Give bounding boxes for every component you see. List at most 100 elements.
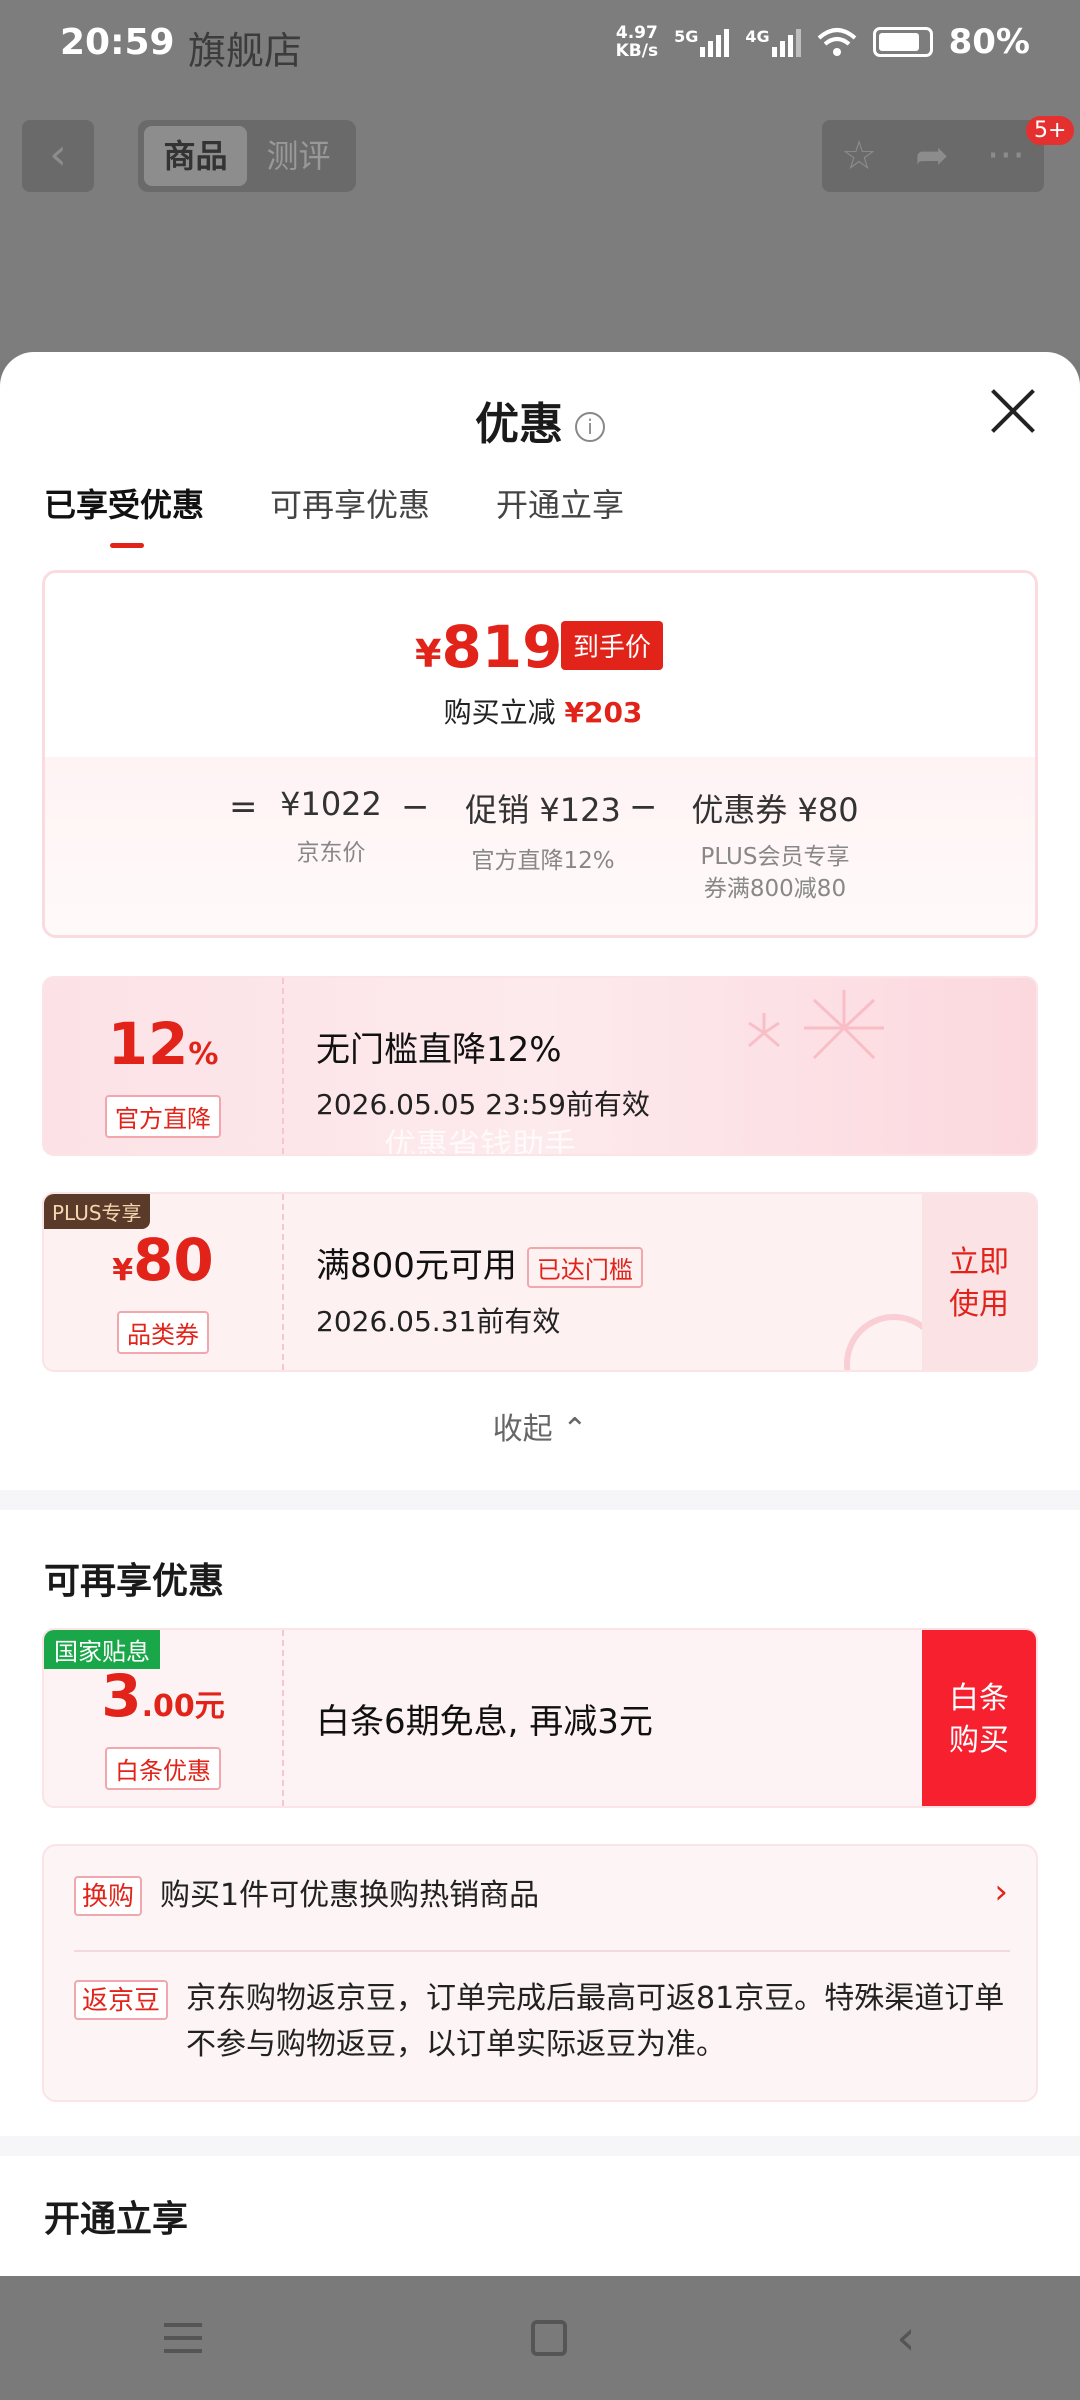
price-equation: = ¥1022 京东价 − 促销 ¥123 官方直降12% − 优惠券 ¥80 … bbox=[45, 785, 1035, 905]
coupon-item: 优惠券 ¥80 PLUS会员专享 券满800减80 bbox=[665, 785, 885, 905]
plus-coupon-info: 满800元可用 已达门槛 2026.05.31前有效 bbox=[316, 1238, 643, 1340]
baitiao-tag: 白条优惠 bbox=[105, 1747, 221, 1790]
discount-sheet: 优惠 i 已享受优惠 可再享优惠 开通立享 ¥819 到手价 购买立减 ¥203 … bbox=[0, 352, 1080, 2276]
baitiao-title: 白条6期免息, 再减3元 bbox=[316, 1702, 653, 1742]
minus-sign-1: − bbox=[401, 787, 430, 827]
coupon-label-line1: PLUS会员专享 bbox=[700, 844, 850, 870]
direct-discount-number: 12 bbox=[107, 1010, 189, 1078]
net-5g-label: 5G bbox=[674, 27, 699, 46]
extra-benefits-box: 换购 购买1件可优惠换购热销商品 › 返京豆 京东购物返京豆，订单完成后最高可返… bbox=[42, 1844, 1038, 2102]
baitiao-buy-button[interactable]: 白条 购买 bbox=[922, 1630, 1036, 1806]
open-membership-title: 开通立享 bbox=[44, 2199, 189, 2240]
minus-sign-2: − bbox=[629, 787, 658, 827]
reduce-line: 购买立减 ¥203 bbox=[45, 691, 1035, 731]
reduce-amount: ¥203 bbox=[564, 696, 643, 729]
watermark-text: 优惠省钱助手 bbox=[384, 1126, 577, 1156]
direct-discount-info: 无门槛直降12% 2026.05.05 23:59前有效 bbox=[316, 1022, 650, 1123]
plus-coupon-title-text: 满800元可用 bbox=[316, 1246, 517, 1286]
price-breakdown: = ¥1022 京东价 − 促销 ¥123 官方直降12% − 优惠券 ¥80 … bbox=[45, 757, 1035, 935]
direct-discount-card: 12% 官方直降 无门槛直降12% 2026.05.05 23:59前有效 优惠… bbox=[42, 976, 1038, 1156]
trade-in-text: 购买1件可优惠换购热销商品 bbox=[160, 1878, 540, 1913]
jd-beans-row: 返京豆 京东购物返京豆，订单完成后最高可返81京豆。特殊渠道订单不参与购物返豆，… bbox=[74, 1980, 1014, 2068]
promo-item: 促销 ¥123 官方直降12% bbox=[445, 785, 641, 877]
base-price-item: ¥1022 京东价 bbox=[271, 785, 391, 869]
trade-in-row[interactable]: 换购 购买1件可优惠换购热销商品 bbox=[74, 1876, 539, 1916]
net-speed: 4.97 KB/s bbox=[615, 23, 659, 61]
baitiao-value: 3.00元 bbox=[44, 1666, 282, 1737]
section-divider bbox=[0, 1490, 1080, 1510]
plus-coupon-card: ¥80 品类券 PLUS专享 满800元可用 已达门槛 2026.05.31前有效… bbox=[42, 1192, 1038, 1372]
jd-beans-text: 京东购物返京豆，订单完成后最高可返81京豆。特殊渠道订单不参与购物返豆，以订单实… bbox=[186, 1981, 1005, 2062]
battery-icon bbox=[872, 27, 933, 57]
baitiao-value-main: 3 bbox=[101, 1662, 142, 1730]
top-tools: ☆ ➦ ··· bbox=[822, 120, 1044, 192]
direct-discount-left: 12% 官方直降 bbox=[44, 978, 284, 1154]
wifi-icon bbox=[817, 28, 856, 56]
plus-coupon-title: 满800元可用 已达门槛 bbox=[316, 1238, 643, 1288]
info-icon[interactable]: i bbox=[575, 412, 605, 442]
store-name-behind: 旗舰店 bbox=[188, 29, 303, 73]
back-button[interactable]: ‹ bbox=[22, 120, 94, 192]
more-discounts-title: 可再享优惠 bbox=[44, 1561, 225, 1602]
final-price: ¥819 bbox=[415, 613, 563, 681]
national-subsidy-tag: 国家贴息 bbox=[44, 1630, 160, 1669]
promo-label: 官方直降12% bbox=[471, 848, 615, 874]
signal-4g-icon: 4G bbox=[745, 27, 801, 57]
signal-5g-icon: 5G bbox=[674, 27, 730, 57]
fireworks-decoration-icon bbox=[748, 990, 884, 1060]
plus-coupon-tag: 品类券 bbox=[117, 1311, 209, 1354]
plus-coupon-value: ¥80 bbox=[44, 1230, 282, 1301]
plus-coupon-expiry: 2026.05.31前有效 bbox=[316, 1305, 561, 1338]
coupon-value: 优惠券 ¥80 bbox=[691, 791, 859, 829]
baitiao-card: 3.00元 白条优惠 国家贴息 白条6期免息, 再减3元 白条 购买 bbox=[42, 1628, 1038, 1808]
sheet-title-text: 优惠 bbox=[475, 399, 563, 450]
base-price-value: ¥1022 bbox=[280, 785, 382, 823]
currency-symbol: ¥ bbox=[415, 632, 442, 676]
plus-coupon-number: 80 bbox=[133, 1226, 214, 1294]
chevron-right-icon[interactable]: › bbox=[994, 1872, 1008, 1912]
back-icon[interactable]: ‹ bbox=[896, 2310, 915, 2366]
use-now-button[interactable]: 立即 使用 bbox=[922, 1194, 1036, 1370]
collapse-toggle[interactable]: 收起 ⌃ bbox=[0, 1404, 1080, 1448]
discount-tabs: 已享受优惠 可再享优惠 开通立享 bbox=[44, 480, 624, 548]
direct-discount-tag: 官方直降 bbox=[105, 1095, 221, 1138]
promo-value: 促销 ¥123 bbox=[465, 791, 621, 829]
tab-enjoyed[interactable]: 已享受优惠 bbox=[44, 480, 204, 548]
star-icon[interactable]: ☆ bbox=[841, 133, 877, 179]
tab-more-available[interactable]: 可再享优惠 bbox=[270, 480, 430, 540]
direct-discount-title: 无门槛直降12% bbox=[316, 1030, 562, 1070]
status-bar: 20:59 旗舰店 4.97 KB/s 5G 4G 80% bbox=[0, 0, 1080, 96]
price-summary-top: ¥819 到手价 购买立减 ¥203 bbox=[45, 573, 1035, 757]
section-divider-2 bbox=[0, 2136, 1080, 2156]
equals-sign: = bbox=[229, 787, 258, 827]
plus-coupon-currency: ¥ bbox=[112, 1253, 134, 1288]
baitiao-info: 白条6期免息, 再减3元 bbox=[316, 1694, 653, 1743]
coupon-label: PLUS会员专享 券满800减80 bbox=[665, 841, 885, 905]
direct-discount-expiry: 2026.05.05 23:59前有效 bbox=[316, 1088, 650, 1121]
share-icon[interactable]: ➦ bbox=[915, 133, 949, 179]
tab-product[interactable]: 商品 bbox=[144, 126, 247, 186]
direct-discount-unit: % bbox=[188, 1037, 219, 1072]
tab-open-membership[interactable]: 开通立享 bbox=[496, 480, 624, 540]
menu-icon[interactable] bbox=[164, 2323, 203, 2353]
close-icon[interactable] bbox=[990, 388, 1036, 434]
direct-discount-value: 12% bbox=[44, 1014, 282, 1085]
home-icon[interactable] bbox=[531, 2320, 568, 2356]
message-badge: 5+ bbox=[1026, 116, 1075, 145]
threshold-reached-badge: 已达门槛 bbox=[526, 1247, 643, 1288]
sheet-title: 优惠 i bbox=[0, 388, 1080, 452]
battery-percent: 80% bbox=[948, 22, 1030, 62]
plus-exclusive-tag: PLUS专享 bbox=[44, 1194, 150, 1229]
trade-in-tag: 换购 bbox=[74, 1876, 143, 1916]
net-4g-label: 4G bbox=[745, 27, 770, 46]
reduce-label: 购买立减 bbox=[443, 696, 556, 729]
more-icon[interactable]: ··· bbox=[987, 133, 1025, 179]
baitiao-value-dec: .00元 bbox=[141, 1689, 225, 1724]
row-separator bbox=[74, 1950, 1010, 1952]
product-tabs: 商品 测评 bbox=[138, 120, 356, 192]
status-time: 20:59 bbox=[60, 22, 175, 63]
base-price-label: 京东价 bbox=[296, 840, 366, 866]
tab-review[interactable]: 测评 bbox=[247, 126, 350, 186]
final-price-tag: 到手价 bbox=[561, 621, 664, 670]
final-price-value: 819 bbox=[441, 613, 563, 681]
